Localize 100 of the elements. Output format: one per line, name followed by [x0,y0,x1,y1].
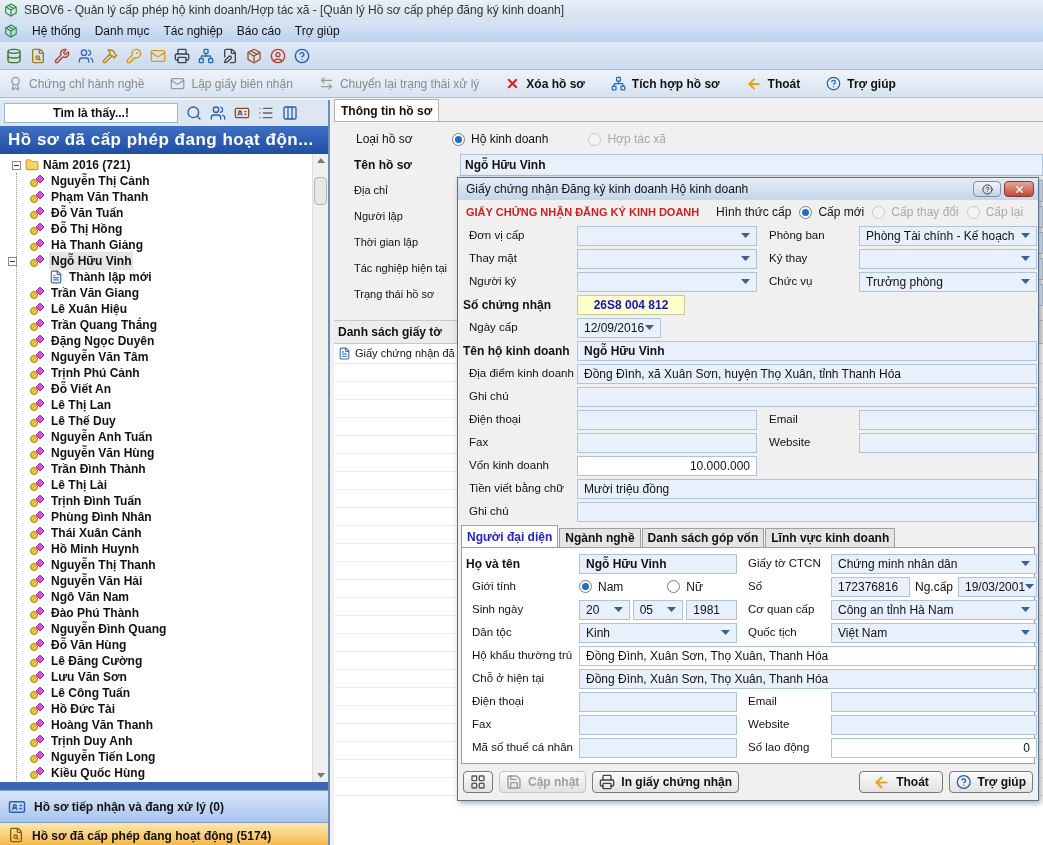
dropdown-field[interactable] [577,248,757,269]
tab[interactable]: Thông tin hồ sơ [334,99,440,121]
dropdown-field[interactable]: 19/03/2001 [958,576,1037,597]
printer-icon[interactable] [174,47,190,64]
tree-item[interactable]: Ngô Văn Nam [49,588,131,606]
tree-item[interactable]: Hồ Đức Tài [49,700,118,718]
tree-item[interactable]: Hồ Minh Huynh [49,540,141,558]
user-search-icon[interactable] [210,105,226,121]
tree-item[interactable]: Nguyễn Thị Thanh [49,556,158,574]
text-field[interactable]: Mười triệu đồng [577,478,1037,499]
dialog-button[interactable]: Trợ giúp [949,771,1033,793]
text-field[interactable] [579,691,737,712]
tree-item[interactable]: Thái Xuân Cảnh [49,524,144,542]
tree-item[interactable]: Đỗ Văn Tuấn [49,204,126,222]
key-icon[interactable] [126,47,142,64]
tree-item[interactable]: Phạm Văn Thanh [49,188,151,206]
toolbar-button[interactable]: Thoát [745,74,801,93]
dialog-button[interactable]: Thoát [859,771,943,793]
tree-item[interactable]: Trịnh Đình Tuấn [49,492,144,510]
radio-button[interactable] [667,580,681,593]
tree-item[interactable]: Nguyễn Văn Hải [49,572,145,590]
list-icon[interactable] [258,105,274,121]
tree-item[interactable]: Đỗ Thị Hồng [49,220,125,238]
tree-item[interactable]: Kiều Quốc Hùng [49,764,147,782]
tree-item[interactable]: Đặng Ngọc Duyên [49,332,157,350]
envelope-icon[interactable] [150,47,166,64]
tree-item[interactable]: Đỗ Văn Hùng [49,636,129,654]
columns-icon[interactable] [282,105,298,121]
database-icon[interactable] [6,47,22,64]
tree-item[interactable]: Thành lập mới [67,268,154,286]
tree-item[interactable]: Trịnh Duy Anh [49,732,135,750]
edit-icon[interactable] [222,47,238,64]
id-card-icon[interactable] [234,105,250,121]
scroll-up-icon[interactable] [316,158,325,163]
tree-item[interactable]: Năm 2016 (721) [43,156,131,174]
hammer-icon[interactable] [102,47,118,64]
dropdown-field[interactable] [859,248,1037,269]
text-field[interactable]: Đồng Đình, xã Xuân Sơn, huyện Thọ Xuân, tỉnh Thanh Hóa [577,363,1037,384]
scrollbar[interactable] [312,154,328,782]
navigation-section[interactable]: Hồ sơ tiếp nhận và đang xử lý (0) [0,790,328,822]
help-icon[interactable] [973,181,1001,197]
tree-item[interactable]: Trần Đình Thành [49,460,148,478]
tree-item[interactable]: Lê Thị Lan [49,396,113,414]
tab[interactable]: Lĩnh vực kinh doanh [765,528,896,547]
text-field[interactable] [577,501,1037,522]
tree-item[interactable]: Lê Công Tuấn [49,684,133,702]
text-field[interactable]: Ngỗ Hữu Vinh [577,340,1037,361]
text-field[interactable]: Ngỗ Hữu Vinh [579,553,737,574]
collapse-icon[interactable] [8,256,17,266]
scroll-down-icon[interactable] [316,773,325,778]
tree-item[interactable]: Lê Xuân Hiệu [49,300,129,318]
menu-item[interactable]: Trợ giúp [294,22,340,40]
text-field[interactable] [577,386,1037,407]
package-icon[interactable] [246,47,262,64]
user-icon[interactable] [270,47,286,64]
navigation-section[interactable]: Hồ sơ đã cấp phép đang hoạt động (5174) [0,822,328,845]
tree-item[interactable]: Lê Thế Duy [49,412,118,430]
text-field[interactable]: 172376816 [831,576,910,597]
text-field[interactable]: Đồng Đình, Xuân Sơn, Thọ Xuân, Thanh Hóa [579,645,1037,666]
menu-item[interactable]: Tác nghiệp [163,22,223,40]
text-field[interactable] [831,691,1037,712]
file-search-icon[interactable] [30,47,46,64]
tree-item[interactable]: Hà Thanh Giảng [49,236,145,254]
menu-item[interactable]: Báo cáo [236,22,281,40]
list-item[interactable]: Giấy chứng nhận đă [355,345,455,362]
dropdown-field[interactable]: 05 [632,599,684,620]
tree-item[interactable]: Lưu Văn Sơn [49,668,129,686]
tree-item[interactable]: Lê Đăng Cường [49,652,145,670]
text-field[interactable] [577,432,757,453]
dropdown-field[interactable]: Công an tỉnh Hà Nam [831,599,1037,620]
tree-item[interactable]: Nguyễn Đình Quang [49,620,169,638]
tree-item[interactable]: Nguyễn Anh Tuấn [49,428,155,446]
tree-item[interactable]: Trịnh Phú Cảnh [49,364,142,382]
dropdown-field[interactable]: 20 [579,599,630,620]
toolbar-button[interactable]: Xóa hồ sơ [505,74,585,93]
tree-item[interactable]: Nguyễn Văn Tâm [49,348,151,366]
tree-item[interactable]: Hoàng Văn Thanh [49,716,155,734]
wrench-icon[interactable] [54,47,70,64]
radio-button[interactable] [579,580,592,593]
radio-button[interactable] [799,205,813,219]
number-field[interactable]: 0 [831,737,1037,758]
tab[interactable]: Người đại diện [461,525,559,547]
toolbar-button[interactable]: Trợ giúp [826,74,896,93]
close-icon[interactable] [1004,181,1034,197]
text-field[interactable] [579,737,737,758]
tab[interactable]: Ngành nghề [559,528,641,547]
menu-item[interactable]: Danh mục [94,22,150,40]
dropdown-field[interactable] [577,271,757,292]
dropdown-field[interactable]: Phòng Tài chính - Kế hoạch [859,225,1037,246]
dropdown-field[interactable] [577,225,757,246]
tree-item[interactable]: Ngỗ Hữu Vinh [49,252,134,270]
text-field[interactable] [831,714,1037,735]
tab[interactable]: Danh sách góp vốn [641,528,765,547]
network-icon[interactable] [198,47,214,64]
search-icon[interactable] [186,105,202,121]
collapse-icon[interactable] [12,160,21,170]
dialog-button[interactable] [463,771,493,793]
tree-item[interactable]: Đào Phú Thành [49,604,141,622]
scroll-thumb[interactable] [314,177,327,205]
search-field[interactable]: Tìm là thấy...! [4,103,178,123]
